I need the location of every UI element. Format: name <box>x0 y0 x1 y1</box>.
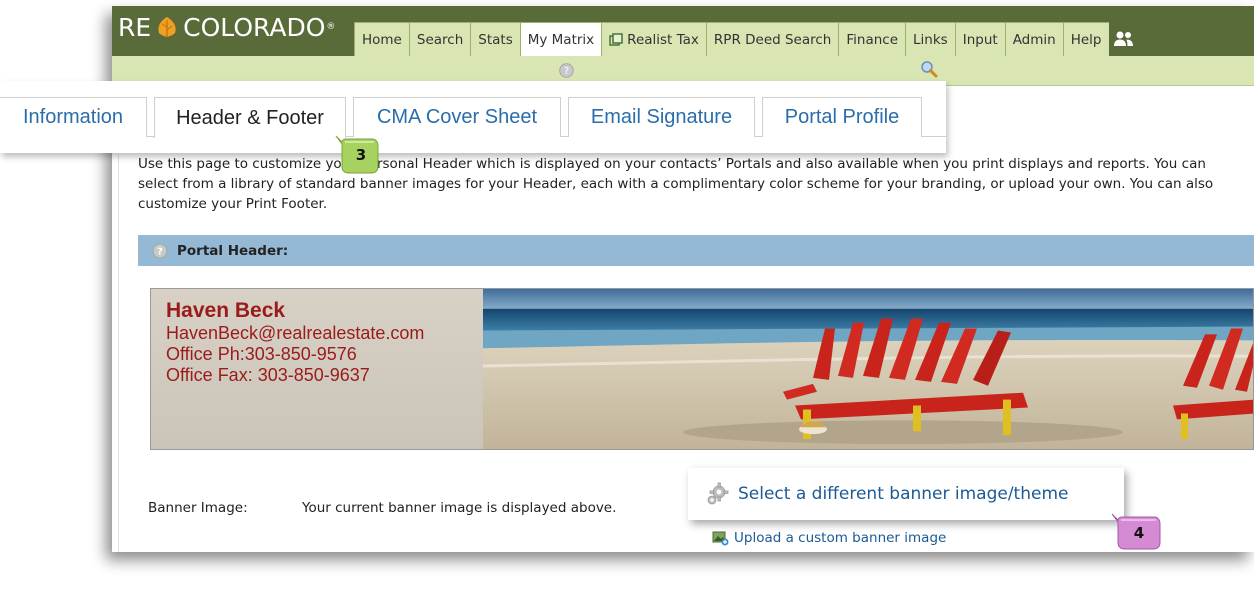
portal-banner-preview: Haven Beck HavenBeck@realrealestate.com … <box>150 288 1254 450</box>
window-icon <box>609 32 623 46</box>
help-icon[interactable]: ? <box>152 243 168 259</box>
nav-users[interactable] <box>1108 22 1139 56</box>
agent-name: Haven Beck <box>166 299 286 322</box>
logo-text-re: RE <box>118 12 152 42</box>
agent-office-phone: Office Ph:303-850-9576 <box>166 344 357 364</box>
select-banner-theme-link[interactable]: Select a different banner image/theme <box>688 468 1124 520</box>
main-nav: Home Search Stats My Matrix Realist Tax … <box>354 22 1139 56</box>
nav-my-matrix[interactable]: My Matrix <box>519 22 603 56</box>
nav-rpr-deed-search[interactable]: RPR Deed Search <box>705 22 840 56</box>
svg-text:?: ? <box>564 66 569 77</box>
logo-registered-mark: ® <box>326 22 336 32</box>
nav-stats[interactable]: Stats <box>470 22 521 56</box>
nav-input[interactable]: Input <box>954 22 1006 56</box>
nav-search[interactable]: Search <box>408 22 472 56</box>
tab-information[interactable]: Information <box>0 97 147 137</box>
nav-admin[interactable]: Admin <box>1004 22 1064 56</box>
upload-link-text: Upload a custom banner image <box>734 530 947 546</box>
nav-help[interactable]: Help <box>1062 22 1110 56</box>
logo-text-colorado: COLORADO <box>183 12 326 42</box>
settings-tabs: Information Header & Footer CMA Cover Sh… <box>0 81 946 153</box>
select-banner-link-text: Select a different banner image/theme <box>738 484 1069 504</box>
search-icon[interactable] <box>920 60 938 78</box>
nav-realist-tax[interactable]: Realist Tax <box>601 22 707 56</box>
image-upload-icon <box>712 531 729 545</box>
nav-home[interactable]: Home <box>354 22 410 56</box>
nav-finance[interactable]: Finance <box>838 22 907 56</box>
agent-office-fax: Office Fax: 303-850-9637 <box>166 365 370 385</box>
svg-text:?: ? <box>157 246 163 257</box>
content-divider <box>118 154 119 552</box>
step-badge-3-text: 3 <box>355 146 367 164</box>
recolorado-logo[interactable]: RE COLORADO ® <box>118 12 335 42</box>
banner-image-label: Banner Image: <box>148 500 248 516</box>
step-badge-3: 3 <box>334 134 380 176</box>
upload-custom-banner-link[interactable]: Upload a custom banner image <box>712 530 946 546</box>
agent-email: HavenBeck@realrealestate.com <box>166 323 425 343</box>
nav-links[interactable]: Links <box>905 22 956 56</box>
tab-portal-profile[interactable]: Portal Profile <box>762 97 922 137</box>
page-description: Use this page to customize your personal… <box>138 156 1214 212</box>
tab-email-signature[interactable]: Email Signature <box>568 97 755 137</box>
tab-cma-cover-sheet[interactable]: CMA Cover Sheet <box>353 97 561 137</box>
step-badge-4: 4 <box>1110 512 1161 554</box>
beach-chairs-image <box>483 289 1253 449</box>
banner-current-text: Your current banner image is displayed a… <box>302 500 617 516</box>
agent-contact-info: Haven Beck HavenBeck@realrealestate.com … <box>166 299 424 386</box>
step-badge-4-text: 4 <box>1133 524 1145 542</box>
top-bar: RE COLORADO ® Home Search Stats My Matri… <box>112 6 1254 56</box>
aspen-leaf-icon <box>158 17 176 37</box>
gear-icon <box>707 482 729 505</box>
users-icon <box>1113 31 1133 46</box>
portal-header-title: Portal Header: <box>177 242 289 259</box>
help-icon[interactable]: ? <box>559 63 574 78</box>
portal-header-section: ? Portal Header: <box>138 235 1254 266</box>
tab-header-footer[interactable]: Header & Footer <box>154 97 346 138</box>
